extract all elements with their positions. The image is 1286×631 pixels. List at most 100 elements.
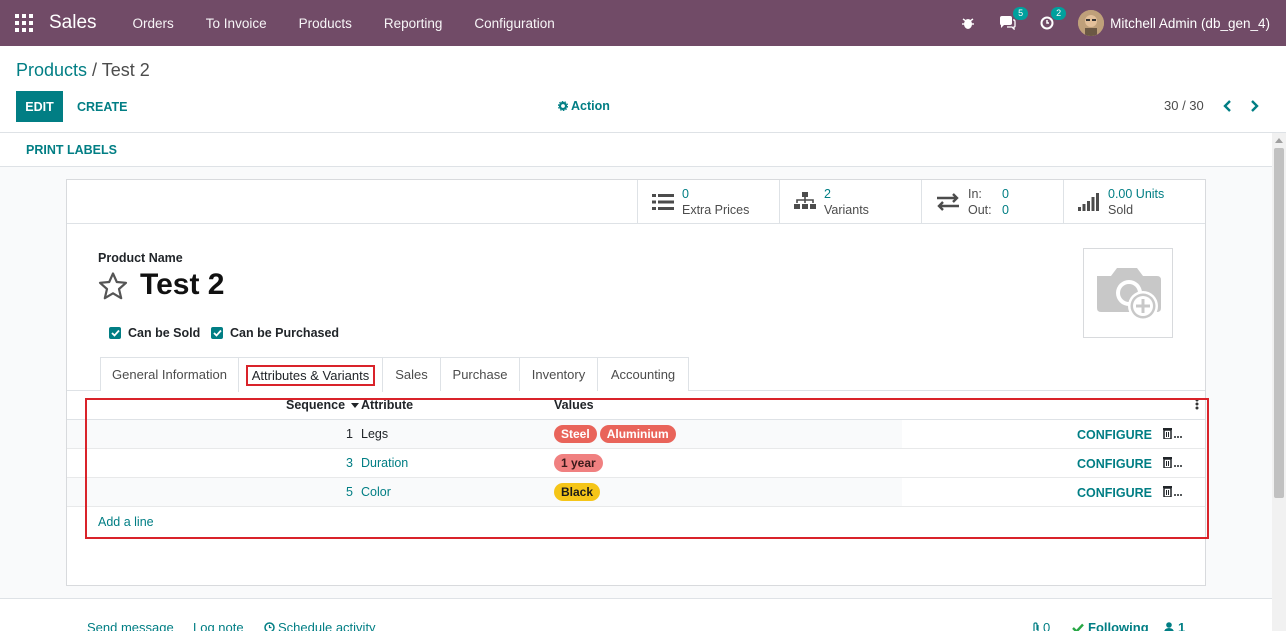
- in-label: In:: [968, 186, 982, 201]
- menu-products[interactable]: Products: [283, 16, 368, 31]
- messages-icon[interactable]: 5: [999, 7, 1029, 30]
- row-sequence: 1: [346, 427, 353, 441]
- breadcrumb-products[interactable]: Products: [16, 60, 87, 80]
- tab-inventory[interactable]: Inventory: [519, 357, 598, 391]
- header-sequence[interactable]: Sequence: [286, 398, 359, 412]
- table-row[interactable]: 3 Duration 1 year CONFIGURE: [67, 449, 1205, 478]
- trash-icon[interactable]: [1162, 427, 1182, 439]
- header-values[interactable]: Values: [554, 398, 594, 412]
- configure-button[interactable]: CONFIGURE: [1077, 486, 1152, 500]
- row-sequence: 3: [346, 456, 353, 470]
- log-note-button[interactable]: Log note: [193, 620, 244, 631]
- row-sequence: 5: [346, 485, 353, 499]
- add-a-line-link[interactable]: Add a line: [98, 515, 154, 529]
- check-icon: [1072, 623, 1084, 631]
- trash-icon[interactable]: [1162, 485, 1182, 497]
- clock-icon: [264, 622, 275, 631]
- control-panel: Products / Test 2 EDIT CREATE Action 30 …: [0, 46, 1286, 133]
- checkmark-icon: [211, 327, 223, 339]
- in-value: 0: [1002, 186, 1009, 201]
- in-out-button[interactable]: In: 0 Out: 0: [921, 180, 1063, 223]
- pager-value[interactable]: 30 / 30: [1164, 98, 1204, 113]
- out-label: Out:: [968, 202, 992, 217]
- favorite-star-icon[interactable]: [98, 272, 128, 300]
- debug-bug-icon[interactable]: [961, 16, 975, 30]
- apps-menu-icon[interactable]: [15, 14, 33, 32]
- scrollbar-thumb[interactable]: [1274, 148, 1284, 498]
- user-avatar[interactable]: [1078, 10, 1105, 36]
- variants-label: Variants: [824, 202, 869, 217]
- app-title[interactable]: Sales: [49, 12, 97, 34]
- tab-accounting[interactable]: Accounting: [597, 357, 689, 391]
- tab-attributes-variants[interactable]: Attributes & Variants: [238, 357, 383, 392]
- tab-sales[interactable]: Sales: [382, 357, 441, 391]
- edit-button[interactable]: EDIT: [16, 91, 63, 122]
- product-name-label: Product Name: [98, 251, 183, 265]
- menu-reporting[interactable]: Reporting: [368, 16, 459, 31]
- scroll-up-arrow-icon[interactable]: [1275, 138, 1283, 143]
- menu-to-invoice[interactable]: To Invoice: [190, 16, 283, 31]
- product-name: Test 2: [140, 268, 225, 301]
- can-be-purchased-checkbox[interactable]: Can be Purchased: [211, 326, 339, 340]
- row-attribute: Legs: [361, 427, 389, 441]
- sold-value: 0.00 Units: [1108, 186, 1165, 201]
- user-name[interactable]: Mitchell Admin (db_gen_4): [1110, 16, 1270, 31]
- row-values: Steel Aluminium: [554, 425, 679, 443]
- list-icon: [652, 193, 674, 211]
- tab-attributes-variants-label: Attributes & Variants: [246, 364, 375, 386]
- schedule-activity-label: Schedule activity: [278, 620, 376, 631]
- sort-caret-down-icon: [350, 403, 359, 409]
- extra-prices-button[interactable]: 0 Extra Prices: [637, 180, 779, 223]
- menu-configuration[interactable]: Configuration: [458, 16, 570, 31]
- schedule-activity-button[interactable]: Schedule activity: [264, 620, 376, 631]
- gear-icon: [558, 101, 568, 111]
- action-label: Action: [571, 99, 610, 113]
- smart-buttons: 0 Extra Prices 2 Variants In: 0 Out: 0 0.0…: [67, 180, 1205, 224]
- chatter-bar: Send message Log note Schedule activity …: [0, 598, 1272, 631]
- activities-clock-icon[interactable]: 2: [1040, 7, 1067, 30]
- tab-purchase[interactable]: Purchase: [440, 357, 520, 391]
- can-be-sold-checkbox[interactable]: Can be Sold: [109, 326, 200, 340]
- pager-previous-icon[interactable]: [1221, 99, 1233, 113]
- configure-button[interactable]: CONFIGURE: [1077, 428, 1152, 442]
- sold-label: Sold: [1108, 202, 1134, 217]
- create-button[interactable]: CREATE: [77, 91, 127, 122]
- table-row[interactable]: 5 Color Black CONFIGURE: [67, 478, 1205, 507]
- action-dropdown[interactable]: Action: [558, 99, 610, 113]
- following-button[interactable]: Following: [1072, 620, 1149, 631]
- signal-bars-icon: [1078, 192, 1100, 211]
- extra-prices-label: Extra Prices: [682, 202, 750, 217]
- print-labels-button[interactable]: PRINT LABELS: [26, 143, 117, 157]
- header-attribute[interactable]: Attribute: [361, 398, 413, 412]
- row-values: 1 year: [554, 454, 606, 472]
- value-tag: Black: [554, 483, 601, 501]
- sitemap-icon: [794, 192, 816, 211]
- scrollbar[interactable]: [1272, 133, 1286, 631]
- form-sheet: 0 Extra Prices 2 Variants In: 0 Out: 0 0.0…: [66, 179, 1206, 586]
- row-attribute: Color: [361, 485, 391, 499]
- followers-button[interactable]: 1: [1164, 620, 1185, 631]
- can-be-sold-label: Can be Sold: [128, 326, 201, 340]
- attachments-button[interactable]: 0: [1032, 620, 1050, 631]
- row-attribute: Duration: [361, 456, 409, 470]
- table-row[interactable]: 1 Legs Steel Aluminium CONFIGURE: [67, 420, 1205, 449]
- checkmark-icon: [109, 327, 121, 339]
- send-message-button[interactable]: Send message: [87, 620, 174, 631]
- optional-columns-icon[interactable]: [1195, 398, 1199, 410]
- trash-icon[interactable]: [1162, 456, 1182, 468]
- messages-badge: 5: [1013, 7, 1029, 20]
- camera-add-icon: [1093, 262, 1163, 324]
- pager-next-icon[interactable]: [1249, 99, 1261, 113]
- menu-orders[interactable]: Orders: [117, 16, 190, 31]
- sold-button[interactable]: 0.00 Units Sold: [1063, 180, 1205, 223]
- product-image-placeholder[interactable]: [1083, 248, 1173, 338]
- user-icon: [1164, 622, 1174, 631]
- breadcrumb-current: Test 2: [101, 60, 150, 80]
- configure-button[interactable]: CONFIGURE: [1077, 457, 1152, 471]
- notebook-tabs: General Information Attributes & Variant…: [67, 357, 1205, 392]
- variants-button[interactable]: 2 Variants: [779, 180, 921, 223]
- form-header: PRINT LABELS: [0, 133, 1272, 167]
- breadcrumb: Products / Test 2: [16, 60, 150, 81]
- following-label: Following: [1088, 620, 1149, 631]
- tab-general-information[interactable]: General Information: [100, 357, 239, 391]
